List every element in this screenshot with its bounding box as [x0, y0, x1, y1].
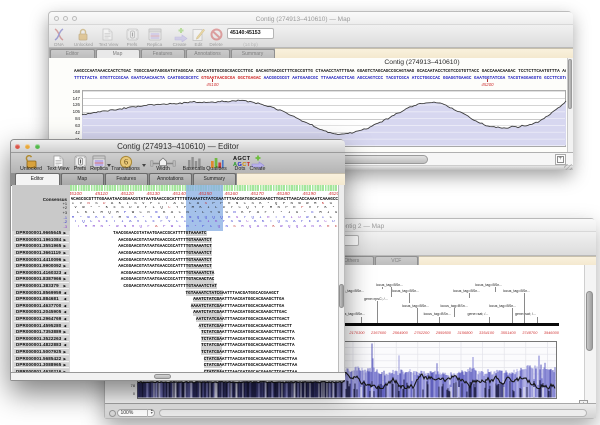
svg-text:6: 6 — [124, 157, 128, 166]
